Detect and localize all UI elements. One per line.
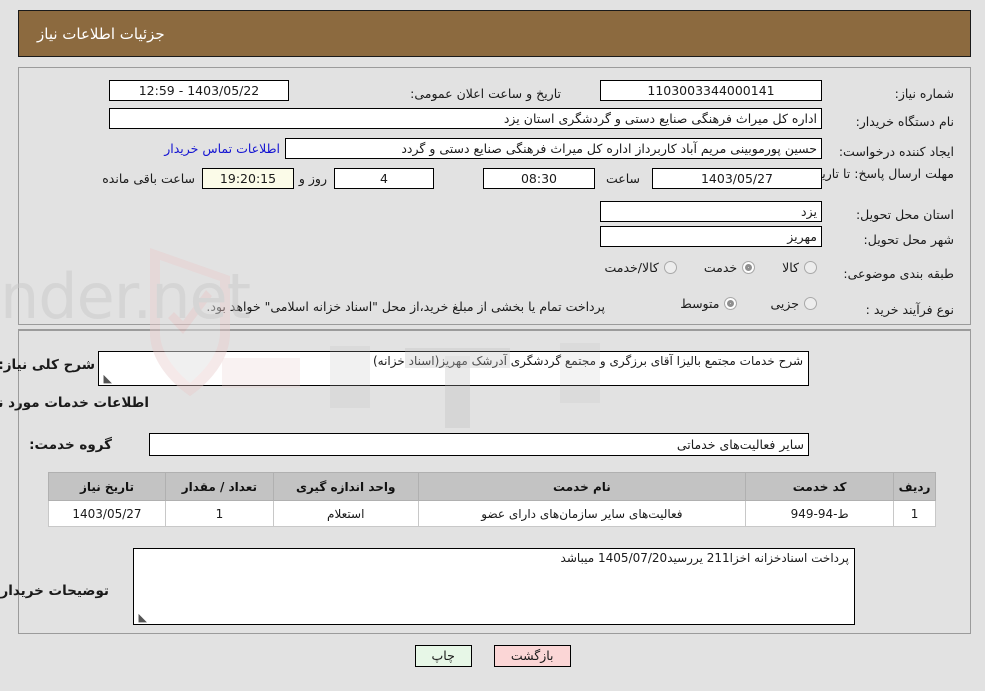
row-requester: ایجاد کننده درخواست: [839,140,954,162]
delivery-city-value[interactable]: مهریز [600,226,822,247]
category-label: طبقه بندی موضوعی: [843,265,954,281]
radio-kala-khedmat-icon[interactable] [663,261,677,274]
category-option-kala-label: کالا [782,260,799,275]
back-button[interactable]: بازگشت [493,645,571,667]
cell-code: ط-94-949 [745,500,895,527]
buyer-org-value[interactable]: اداره کل میراث فرهنگی صنایع دستی و گردشگ… [109,108,822,129]
col-header-name: نام خدمت [417,472,747,501]
radio-jozei-icon[interactable] [804,297,817,310]
col-header-code: کد خدمت [745,472,895,501]
need-summary-value: شرح خدمات مجتمع بالیزا آقای برزگری و مجت… [372,354,803,368]
announce-datetime-label: تاریخ و ساعت اعلان عمومی: [410,85,561,101]
remaining-timer-suffix: ساعت باقی مانده [102,171,195,186]
table-row: 1 ط-94-949 فعالیت‌های سایر سازمان‌های دا… [48,500,936,527]
page-header-bar: جزئیات اطلاعات نیاز [18,10,971,57]
service-group-value[interactable]: سایر فعالیت‌های خدماتی [149,433,809,456]
cell-quantity: 1 [164,500,274,527]
category-option-kala-khedmat-label: کالا/خدمت [604,260,659,275]
radio-khedmat-icon[interactable] [742,261,756,274]
category-option-kala[interactable]: کالا [782,260,822,275]
radio-kala-icon[interactable] [804,261,817,274]
row-need-number: شماره نیاز: [895,82,954,104]
buyer-notes-textarea[interactable]: پرداخت اسنادخزانه اخزا211 یررسید1405/07/… [133,548,855,625]
remaining-days-unit: روز و [298,171,327,186]
buyer-contact-link[interactable]: اطلاعات تماس خریدار [164,141,280,156]
need-number-value[interactable]: 1103003344000141 [600,80,822,101]
category-option-khedmat[interactable]: خدمت [704,260,760,275]
buyer-org-label: نام دستگاه خریدار: [855,113,954,129]
row-category: طبقه بندی موضوعی: [843,262,954,284]
services-table: ردیف کد خدمت نام خدمت واحد اندازه گیری ت… [48,472,936,527]
buyer-notes-label: توضیحات خریدار: [0,583,109,599]
category-radio-group: کالا خدمت کالا/خدمت [604,260,822,275]
row-delivery-province: استان محل تحویل: [856,203,954,225]
delivery-province-label: استان محل تحویل: [855,206,954,222]
radio-motavaset-icon[interactable] [724,297,738,310]
row-delivery-city: شهر محل تحویل: [864,228,954,250]
print-button[interactable]: چاپ [414,645,472,667]
col-header-need-date: تاریخ نیاز [48,472,166,501]
requester-label: ایجاد کننده درخواست: [838,143,954,159]
treasury-note-text: پرداخت تمام یا بخشی از مبلغ خرید،از محل … [206,299,605,314]
resize-grip-icon[interactable]: ◣ [102,373,112,384]
cell-need-date: 1403/05/27 [48,500,166,527]
remaining-timer-value: 19:20:15 [202,168,294,189]
announce-datetime-value[interactable]: 1403/05/22 - 12:59 [109,80,289,101]
footer-button-bar: بازگشت چاپ [0,645,985,667]
requester-value[interactable]: حسین پورموبینی مریم آباد کاربرداز اداره … [285,138,822,159]
purchase-type-label: نوع فرآیند خرید : [865,301,954,317]
deadline-time-label: ساعت [605,171,640,186]
page-title: جزئیات اطلاعات نیاز [37,24,165,43]
buyer-notes-value: پرداخت اسنادخزانه اخزا211 یررسید1405/07/… [560,551,849,565]
remaining-days-value[interactable]: 4 [334,168,434,189]
category-option-khedmat-label: خدمت [703,260,738,275]
purchase-type-option-jozei-label: جزیی [770,296,799,311]
services-section-title: اطلاعات خدمات مورد نیاز [0,395,149,411]
purchase-type-radio-group: جزیی متوسط [680,296,822,311]
deadline-time-value[interactable]: 08:30 [483,168,595,189]
table-header-row: ردیف کد خدمت نام خدمت واحد اندازه گیری ت… [48,472,936,501]
category-option-kala-khedmat[interactable]: کالا/خدمت [604,260,681,275]
cell-radif: 1 [893,500,936,527]
row-buyer-org: نام دستگاه خریدار: [856,110,954,132]
row-purchase-type: نوع فرآیند خرید : [866,298,954,320]
services-table-wrap: ردیف کد خدمت نام خدمت واحد اندازه گیری ت… [48,472,936,527]
need-summary-label: شرح کلی نیاز: [0,357,95,373]
col-header-unit: واحد اندازه گیری [272,472,419,501]
purchase-type-option-motavaset[interactable]: متوسط [680,296,742,311]
cell-name: فعالیت‌های سایر سازمان‌های دارای عضو [417,500,747,527]
need-summary-textarea[interactable]: شرح خدمات مجتمع بالیزا آقای برزگری و مجت… [98,351,809,386]
delivery-province-value[interactable]: یزد [600,201,822,222]
page-root: جزئیات اطلاعات نیاز AriaTender.net شماره… [0,0,985,691]
row-deadline: مهلت ارسال پاسخ: تا تاریخ: [809,165,954,203]
delivery-city-label: شهر محل تحویل: [863,231,954,247]
need-number-label: شماره نیاز: [894,85,954,101]
service-group-label: گروه خدمت: [29,437,112,453]
col-header-radif: ردیف [893,472,936,501]
purchase-type-option-jozei[interactable]: جزیی [770,296,822,311]
deadline-label: مهلت ارسال پاسخ: تا تاریخ: [809,166,954,181]
resize-grip-icon-notes[interactable]: ◣ [137,612,147,623]
deadline-date-value[interactable]: 1403/05/27 [652,168,822,189]
col-header-quantity: تعداد / مقدار [164,472,274,501]
purchase-type-option-motavaset-label: متوسط [680,296,720,311]
row-announce-datetime: تاریخ و ساعت اعلان عمومی: [410,82,561,104]
cell-unit: استعلام [272,500,419,527]
